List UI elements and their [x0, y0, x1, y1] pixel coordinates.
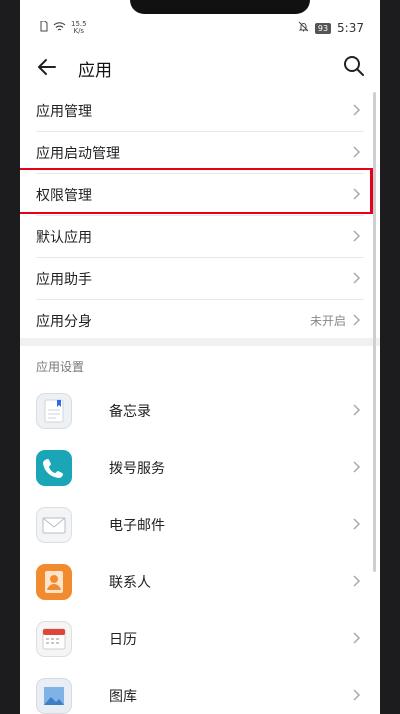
highlight-box — [20, 168, 376, 214]
chevron-right-icon — [353, 272, 361, 284]
status-time: 5:37 — [337, 21, 364, 35]
app-row-gallery[interactable]: 图库 — [36, 667, 364, 714]
app-row-email[interactable]: 电子邮件 — [36, 496, 364, 553]
gallery-icon — [36, 677, 72, 714]
mute-notification-icon — [298, 21, 309, 35]
chevron-right-icon — [353, 404, 361, 416]
chevron-right-icon — [353, 461, 361, 473]
app-label: 联系人 — [109, 574, 151, 591]
calendar-icon — [36, 620, 72, 657]
notepad-icon — [36, 392, 72, 429]
status-bar: 15.5 K/s 93 5:37 — [20, 18, 380, 40]
chevron-right-icon — [353, 689, 361, 701]
chevron-right-icon — [353, 632, 361, 644]
mail-icon — [36, 506, 72, 543]
section-divider — [20, 338, 380, 346]
app-row-notepad[interactable]: 备忘录 — [36, 382, 364, 439]
camera-notch — [130, 0, 310, 14]
menu-item-label: 应用助手 — [36, 271, 92, 288]
chevron-right-icon — [353, 104, 361, 116]
app-settings-list: 备忘录 拨号服务 电子邮件 联系人 日历 图库 — [20, 382, 380, 714]
search-icon[interactable] — [342, 54, 366, 78]
scrollbar[interactable] — [373, 92, 376, 572]
app-label: 拨号服务 — [109, 460, 165, 477]
menu-item-label: 应用启动管理 — [36, 145, 120, 162]
chevron-right-icon — [353, 518, 361, 530]
chevron-right-icon — [353, 314, 361, 326]
phone-icon — [36, 449, 72, 486]
app-label: 电子邮件 — [109, 517, 165, 534]
menu-item-app-assistant[interactable]: 应用助手 — [36, 258, 364, 300]
app-row-calendar[interactable]: 日历 — [36, 610, 364, 667]
app-label: 图库 — [109, 688, 137, 705]
network-speed: 15.5 K/s — [71, 20, 87, 35]
app-row-contacts[interactable]: 联系人 — [36, 553, 364, 610]
contacts-icon — [36, 563, 72, 600]
chevron-right-icon — [353, 575, 361, 587]
menu-item-status: 未开启 — [309, 314, 346, 328]
sim-icon — [40, 20, 48, 35]
menu-item-label: 应用分身 — [36, 313, 92, 330]
wifi-icon — [53, 21, 66, 35]
menu-item-label: 应用管理 — [36, 103, 92, 120]
app-label: 日历 — [109, 631, 137, 648]
menu-item-default-apps[interactable]: 默认应用 — [36, 216, 364, 258]
chevron-right-icon — [353, 146, 361, 158]
app-menu-list: 应用管理 应用启动管理 权限管理 默认应用 应用助手 应用分身 未开启 — [20, 90, 380, 341]
phone-screen: 15.5 K/s 93 5:37 应用 应用管理 应用启动管理 权限管理 默认应… — [20, 0, 380, 714]
menu-item-app-management[interactable]: 应用管理 — [36, 90, 364, 132]
back-arrow-icon[interactable] — [34, 54, 60, 80]
menu-item-app-twin[interactable]: 应用分身 未开启 — [36, 300, 364, 341]
menu-item-label: 默认应用 — [36, 229, 92, 246]
app-label: 备忘录 — [109, 403, 151, 420]
chevron-right-icon — [353, 230, 361, 242]
section-title: 应用设置 — [36, 360, 85, 374]
page-title: 应用 — [78, 61, 112, 81]
battery-indicator: 93 — [314, 22, 332, 34]
app-row-dialer[interactable]: 拨号服务 — [36, 439, 364, 496]
title-bar: 应用 — [20, 48, 380, 88]
